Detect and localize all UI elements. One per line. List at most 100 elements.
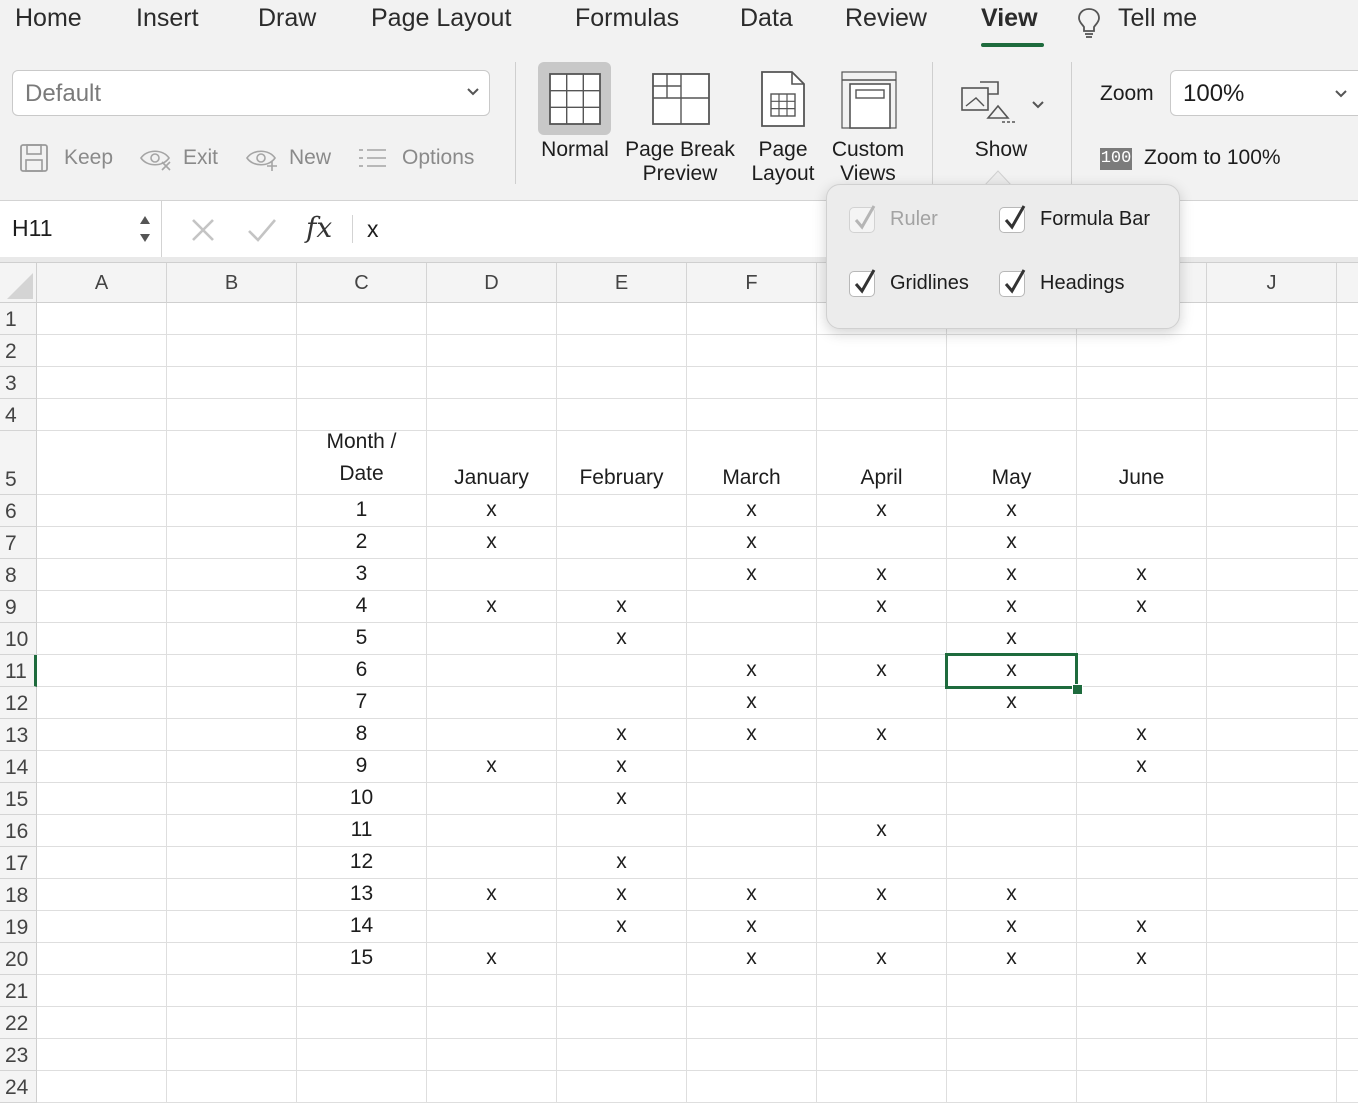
tab-page-layout[interactable]: Page Layout [371,4,511,33]
cell-j21[interactable] [1207,975,1337,1007]
cell-i23[interactable] [1077,1039,1207,1071]
cell-f20[interactable]: x [687,943,817,975]
cell-a22[interactable] [37,1007,167,1039]
cell-a14[interactable] [37,751,167,783]
cell-h7[interactable]: x [947,527,1077,559]
cell-d3[interactable] [427,367,557,399]
cell-k1[interactable] [1337,303,1358,335]
new-view-button[interactable]: New [244,138,340,178]
cell-j17[interactable] [1207,847,1337,879]
cell-b4[interactable] [167,399,297,431]
cell-f12[interactable]: x [687,687,817,719]
cell-e16[interactable] [557,815,687,847]
cell-g13[interactable]: x [817,719,947,751]
row-header-16[interactable]: 16 [0,815,37,847]
cell-e17[interactable]: x [557,847,687,879]
cell-k14[interactable] [1337,751,1358,783]
cell-k20[interactable] [1337,943,1358,975]
page-layout-view-button[interactable]: Page Layout [746,62,820,192]
cell-d5[interactable]: January [427,431,557,495]
cell-c5[interactable]: Month / Date [297,430,427,495]
cell-d19[interactable] [427,911,557,943]
cell-j11[interactable] [1207,655,1337,687]
cell-h2[interactable] [947,335,1077,367]
cell-g21[interactable] [817,975,947,1007]
cell-g8[interactable]: x [817,559,947,591]
keep-button[interactable]: Keep [18,138,118,178]
cell-c19[interactable]: 14 [297,911,427,943]
cell-f16[interactable] [687,815,817,847]
row-header-18[interactable]: 18 [0,879,37,911]
row-header-13[interactable]: 13 [0,719,37,751]
tab-formulas[interactable]: Formulas [575,4,679,33]
cell-h24[interactable] [947,1071,1077,1103]
cell-k17[interactable] [1337,847,1358,879]
tab-view[interactable]: View [981,4,1038,33]
cell-f4[interactable] [687,399,817,431]
show-button[interactable]: Show [950,62,1054,182]
cell-g11[interactable]: x [817,655,947,687]
cell-j19[interactable] [1207,911,1337,943]
cell-h14[interactable] [947,751,1077,783]
cell-b2[interactable] [167,335,297,367]
tab-tell-me[interactable]: Tell me [1118,4,1197,33]
cell-j10[interactable] [1207,623,1337,655]
cell-g20[interactable]: x [817,943,947,975]
tab-insert[interactable]: Insert [136,4,199,33]
formula-input[interactable]: x [367,216,379,243]
cell-b15[interactable] [167,783,297,815]
cell-h13[interactable] [947,719,1077,751]
cell-b24[interactable] [167,1071,297,1103]
cell-i14[interactable]: x [1077,751,1207,783]
row-header-19[interactable]: 19 [0,911,37,943]
zoom-to-100-button[interactable]: 100 Zoom to 100% [1100,146,1300,176]
cell-h4[interactable] [947,399,1077,431]
cell-c3[interactable] [297,367,427,399]
cell-c2[interactable] [297,335,427,367]
cell-g5[interactable]: April [817,431,947,495]
cell-f24[interactable] [687,1071,817,1103]
cell-j7[interactable] [1207,527,1337,559]
cell-j23[interactable] [1207,1039,1337,1071]
cell-f3[interactable] [687,367,817,399]
cell-a1[interactable] [37,303,167,335]
cell-i24[interactable] [1077,1071,1207,1103]
cell-f14[interactable] [687,751,817,783]
exit-button[interactable]: Exit [138,138,228,178]
cell-f6[interactable]: x [687,495,817,527]
cell-b17[interactable] [167,847,297,879]
column-header-f[interactable]: F [687,263,817,303]
insert-function-icon[interactable]: fx [306,211,332,244]
cell-e21[interactable] [557,975,687,1007]
cell-h16[interactable] [947,815,1077,847]
cell-a15[interactable] [37,783,167,815]
cell-j15[interactable] [1207,783,1337,815]
cell-i2[interactable] [1077,335,1207,367]
cell-e23[interactable] [557,1039,687,1071]
column-header-e[interactable]: E [557,263,687,303]
cell-f22[interactable] [687,1007,817,1039]
cell-e6[interactable] [557,495,687,527]
cell-i15[interactable] [1077,783,1207,815]
row-header-4[interactable]: 4 [0,399,37,431]
cell-g15[interactable] [817,783,947,815]
tab-home[interactable]: Home [15,4,82,33]
cell-d22[interactable] [427,1007,557,1039]
cell-a10[interactable] [37,623,167,655]
cell-a21[interactable] [37,975,167,1007]
cell-g12[interactable] [817,687,947,719]
cell-c12[interactable]: 7 [297,687,427,719]
cell-j2[interactable] [1207,335,1337,367]
cell-k18[interactable] [1337,879,1358,911]
cell-k16[interactable] [1337,815,1358,847]
page-break-preview-button[interactable]: Page Break Preview [622,62,738,192]
cell-d2[interactable] [427,335,557,367]
cell-h21[interactable] [947,975,1077,1007]
cell-a2[interactable] [37,335,167,367]
cell-a13[interactable] [37,719,167,751]
cell-c17[interactable]: 12 [297,847,427,879]
cell-g17[interactable] [817,847,947,879]
cell-i19[interactable]: x [1077,911,1207,943]
cell-e19[interactable]: x [557,911,687,943]
cell-f7[interactable]: x [687,527,817,559]
